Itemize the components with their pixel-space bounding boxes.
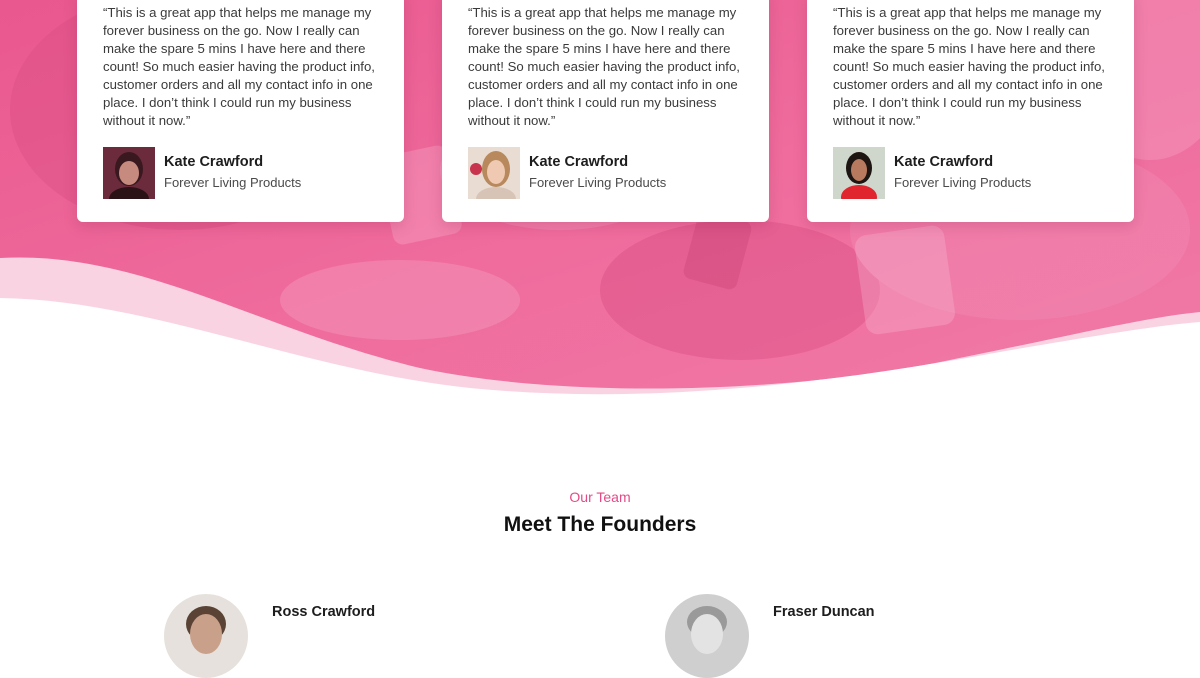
section-eyebrow: Our Team <box>569 489 631 505</box>
testimonial-card: “This is a great app that helps me manag… <box>77 0 404 222</box>
author-company: Forever Living Products <box>164 175 302 190</box>
founder-card: Fraser Duncan <box>665 594 875 678</box>
author-name: Kate Crawford <box>529 154 629 170</box>
author-company: Forever Living Products <box>894 175 1032 190</box>
person-avatar-icon <box>103 147 155 199</box>
founder-avatar <box>164 594 248 678</box>
testimonial-author: Kate Crawford Forever Living Products <box>103 147 301 199</box>
section-title: Meet The Founders <box>503 513 697 536</box>
founder-name: Ross Crawford <box>272 604 376 620</box>
author-name: Kate Crawford <box>164 154 264 170</box>
founder-card: Ross Crawford <box>164 594 375 678</box>
testimonial-quote: “This is a great app that helps me manag… <box>833 5 1105 128</box>
team-section: Our Team Meet The Founders <box>0 488 1200 538</box>
author-name: Kate Crawford <box>894 154 994 170</box>
testimonial-quote: “This is a great app that helps me manag… <box>103 5 375 128</box>
testimonial-card: “This is a great app that helps me manag… <box>442 0 769 222</box>
testimonials-hero: “This is a great app that helps me manag… <box>0 0 1200 395</box>
author-company: Forever Living Products <box>529 175 667 190</box>
person-avatar-icon <box>468 147 520 199</box>
person-avatar-icon <box>833 147 885 199</box>
testimonial-card: “This is a great app that helps me manag… <box>807 0 1134 222</box>
founder-avatar <box>665 594 749 678</box>
founder-name: Fraser Duncan <box>773 604 875 620</box>
testimonial-author: Kate Crawford Forever Living Products <box>833 147 1031 199</box>
testimonial-quote: “This is a great app that helps me manag… <box>468 5 740 128</box>
testimonial-author: Kate Crawford Forever Living Products <box>468 147 666 199</box>
